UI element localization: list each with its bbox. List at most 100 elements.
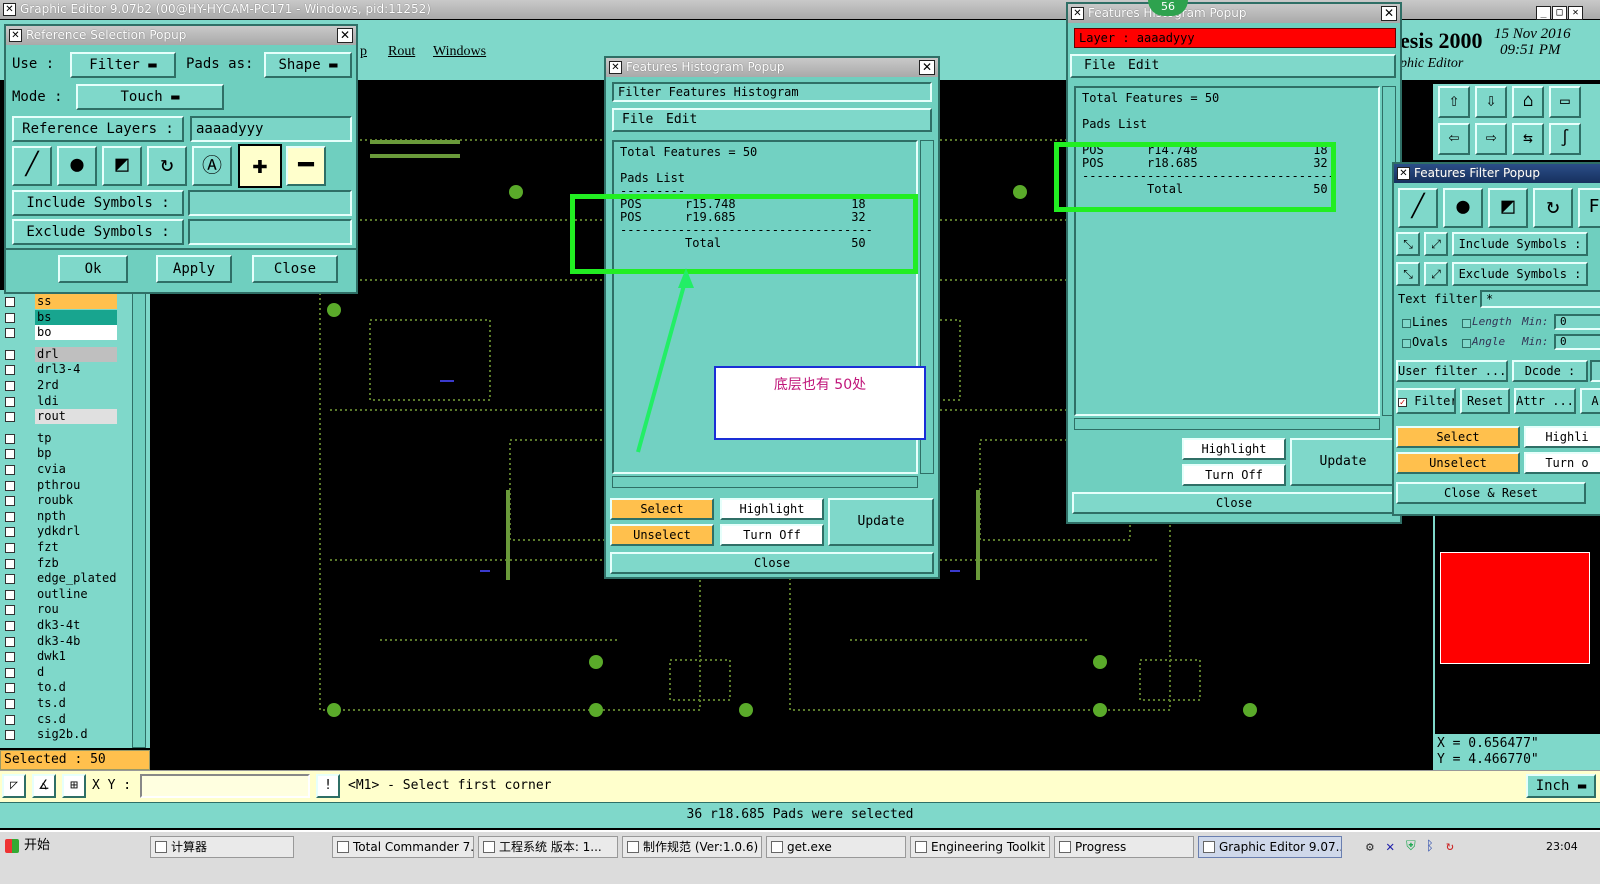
layer-row-edge-plated[interactable]: edge_plated xyxy=(0,571,118,587)
layer-row-ss[interactable]: ss xyxy=(0,294,118,309)
tool-window-icon[interactable]: ▭ xyxy=(1549,86,1581,118)
task-total-commander[interactable]: Total Commander 7.0... xyxy=(332,836,474,858)
filter-select-button[interactable]: Select xyxy=(1396,426,1520,448)
histogram-center-close-icon[interactable]: ✕ xyxy=(919,60,935,75)
filter-surface-icon[interactable]: ◩ xyxy=(1488,188,1528,228)
filter-pad-icon[interactable]: ● xyxy=(1443,188,1483,228)
ok-button[interactable]: Ok xyxy=(58,255,128,283)
reference-layers-field[interactable]: aaaadyyy xyxy=(190,116,352,142)
layer-checkbox[interactable] xyxy=(5,683,15,694)
histogram-right-title-bar[interactable]: ✕ Features Histogram Popup ✕ xyxy=(1068,4,1400,23)
task-production-spec[interactable]: 制作规范 (Ver:1.0.6) xyxy=(622,836,762,858)
reference-popup-close-icon[interactable]: ✕ xyxy=(337,28,353,43)
layer-row-ydkdrl[interactable]: ydkdrl xyxy=(0,524,118,540)
close-button[interactable]: Close xyxy=(252,255,338,283)
tool-right-icon[interactable]: ⇨ xyxy=(1475,123,1507,155)
tool-home-icon[interactable]: ⌂ xyxy=(1512,86,1544,118)
layer-row-bp[interactable]: bp xyxy=(0,446,118,462)
layer-row-drl[interactable]: drl xyxy=(0,346,118,362)
task-calculator[interactable]: 计算器 xyxy=(150,836,294,858)
task-engineering-toolkit[interactable]: Engineering Toolkit 9.... xyxy=(910,836,1050,858)
layer-row-outline[interactable]: outline xyxy=(0,586,118,602)
positive-polarity-icon[interactable]: ✚ xyxy=(238,144,282,188)
layer-row-fzt[interactable]: fzt xyxy=(0,540,118,555)
unselect-button[interactable]: Unselect xyxy=(610,524,714,546)
layer-checkbox[interactable] xyxy=(5,433,15,444)
layer-checkbox[interactable] xyxy=(5,480,15,491)
apply-button[interactable]: Apply xyxy=(156,255,232,283)
reference-popup-title-bar[interactable]: ✕ Reference Selection Popup ✕ xyxy=(6,26,356,45)
layer-row-rout[interactable]: rout xyxy=(0,409,118,425)
ovals-checkbox[interactable] xyxy=(1402,339,1411,348)
layer-checkbox[interactable] xyxy=(5,527,15,538)
layer-row-ldi[interactable]: ldi xyxy=(0,393,118,409)
histogram-right-close-icon[interactable]: ✕ xyxy=(1381,6,1397,21)
tray-shield-icon[interactable]: ⛨ xyxy=(1406,839,1416,854)
dcode-field[interactable] xyxy=(1590,360,1600,382)
update-button[interactable]: Update xyxy=(828,498,934,546)
units-select[interactable]: Inch ▬ xyxy=(1526,774,1596,798)
layer-scrollbar[interactable] xyxy=(132,292,146,748)
layer-row-npth[interactable]: npth xyxy=(0,508,118,524)
xy-input[interactable] xyxy=(140,774,310,798)
dcode-button[interactable]: Dcode : xyxy=(1512,360,1588,382)
length-checkbox[interactable] xyxy=(1462,319,1471,328)
layer-checkbox[interactable] xyxy=(5,714,15,725)
layer-row-fzb[interactable]: fzb xyxy=(0,555,118,571)
layer-row-sig2b-d[interactable]: sig2b.d xyxy=(0,727,118,743)
layer-row-pthrou[interactable]: pthrou xyxy=(0,477,118,493)
layer-checkbox[interactable] xyxy=(5,543,15,553)
layer-row-d[interactable]: d xyxy=(0,664,118,680)
layer-checkbox[interactable] xyxy=(5,636,15,647)
layer-row-dk3-4b[interactable]: dk3-4b xyxy=(0,633,118,649)
layer-row-roubk[interactable]: roubk xyxy=(0,493,118,509)
filter-text-icon[interactable]: F xyxy=(1578,188,1600,228)
surface-shape-icon[interactable]: ◩ xyxy=(102,146,142,186)
layer-checkbox[interactable] xyxy=(5,667,15,678)
attr-button[interactable]: Attr ... xyxy=(1514,388,1576,414)
layer-row-cs-d[interactable]: cs.d xyxy=(0,711,118,727)
close-reset-button[interactable]: Close & Reset xyxy=(1396,482,1586,504)
menu-file[interactable]: File xyxy=(1084,58,1115,73)
filter-arc-icon[interactable]: ↻ xyxy=(1533,188,1573,228)
exclude-symbols-button[interactable]: Exclude Symbols : xyxy=(1452,262,1588,286)
layer-row-bo[interactable]: bo xyxy=(0,325,118,341)
filter-toggle[interactable]: ✓ Filter xyxy=(1396,388,1456,414)
layer-row-dwk1[interactable]: dwk1 xyxy=(0,649,118,665)
task-engineering-system[interactable]: 工程系统 版本: 1... xyxy=(478,836,618,858)
use-select[interactable]: Filter ▬ xyxy=(70,52,176,78)
tool-up-icon[interactable]: ⇧ xyxy=(1438,86,1470,118)
menu-file[interactable]: File xyxy=(622,112,653,127)
layer-row-tp[interactable]: tp xyxy=(0,430,118,446)
layer-checkbox[interactable] xyxy=(5,381,15,391)
text-filter-field[interactable]: * xyxy=(1480,290,1600,308)
reference-layers-button[interactable]: Reference Layers : xyxy=(12,116,184,142)
measure-icon[interactable]: ∡ xyxy=(32,774,56,798)
turn-off-button[interactable]: Turn Off xyxy=(720,524,824,546)
filter-unselect-button[interactable]: Unselect xyxy=(1396,452,1520,474)
reset-button[interactable]: Reset xyxy=(1460,388,1510,414)
layer-row-drl3-4[interactable]: drl3-4 xyxy=(0,362,118,378)
lines-checkbox[interactable] xyxy=(1402,319,1411,328)
layer-checkbox[interactable] xyxy=(5,558,15,569)
highlight-button[interactable]: Highlight xyxy=(720,498,824,520)
turn-off-button[interactable]: Turn Off xyxy=(1182,464,1286,486)
layer-checkbox[interactable] xyxy=(5,589,15,600)
include-symbols-button[interactable]: Include Symbols : xyxy=(12,190,184,216)
layer-row-ts-d[interactable]: ts.d xyxy=(0,696,118,711)
tool-swap-icon[interactable]: ⇆ xyxy=(1512,123,1544,155)
update-button[interactable]: Update xyxy=(1290,438,1396,486)
exclude-symbols-field[interactable] xyxy=(188,219,352,245)
filter-popup-title-bar[interactable]: ✕ Features Filter Popup xyxy=(1394,164,1600,183)
layer-checkbox[interactable] xyxy=(5,465,15,475)
exclude-symbols-button[interactable]: Exclude Symbols : xyxy=(12,219,184,245)
layer-checkbox[interactable] xyxy=(5,365,15,376)
layer-checkbox[interactable] xyxy=(5,699,15,709)
start-button[interactable]: 开始 xyxy=(2,834,60,860)
filter-turn-off-button[interactable]: Turn o xyxy=(1524,452,1600,474)
include-symbols-field[interactable] xyxy=(188,190,352,216)
filter-highlight-button[interactable]: Highli xyxy=(1524,426,1600,448)
layer-checkbox[interactable] xyxy=(5,396,15,407)
line-shape-icon[interactable]: ╱ xyxy=(12,146,52,186)
layer-checkbox[interactable] xyxy=(5,496,15,507)
